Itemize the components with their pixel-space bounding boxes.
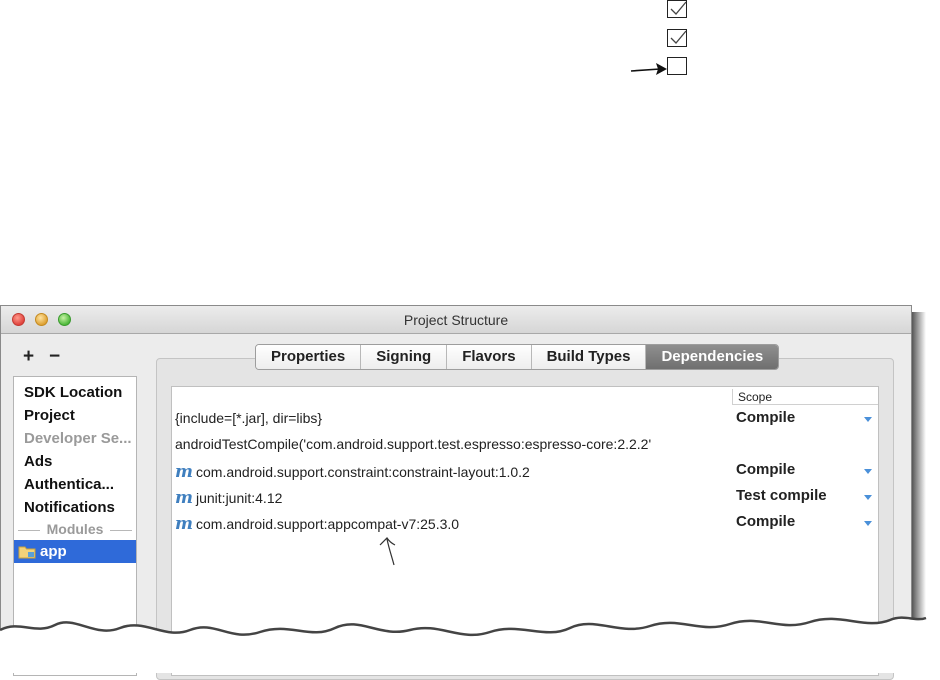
sidebar-item-authentication[interactable]: Authentica... [14,473,136,496]
tab-build-types[interactable]: Build Types [530,345,646,369]
module-label: app [40,543,67,560]
scope-dropdown-arrow-icon[interactable] [864,469,872,474]
dependency-name: junit:junit:4.12 [196,490,283,506]
module-toolbar: + − [23,346,75,368]
tab-dependencies[interactable]: Dependencies [645,345,779,369]
annotation-checkbox-checked [667,0,687,18]
sidebar-item-project[interactable]: Project [14,404,136,427]
torn-edge-decoration [0,616,940,673]
annotation-checkbox-checked [667,29,687,47]
maven-library-icon: m [175,462,193,482]
sidebar-item-notifications[interactable]: Notifications [14,496,136,519]
tab-signing[interactable]: Signing [360,345,447,369]
scope-dropdown-arrow-icon[interactable] [864,521,872,526]
maven-library-icon: m [175,514,193,534]
sidebar-item-sdk-location[interactable]: SDK Location [14,381,136,404]
table-row[interactable]: {include=[*.jar], dir=libs} Compile [172,407,878,433]
tab-properties[interactable]: Properties [256,345,361,369]
dependency-cell: m com.android.support.constraint:constrai… [175,462,530,482]
sidebar-item-app-module[interactable]: app [14,540,136,563]
table-row[interactable]: androidTestCompile('com.android.support.… [172,433,878,459]
scope-value[interactable]: Test compile [736,487,827,504]
remove-module-button[interactable]: − [49,346,75,368]
pointer-arrow-icon [630,63,667,75]
sidebar-item-ads[interactable]: Ads [14,450,136,473]
table-row[interactable]: m com.android.support.constraint:constrai… [172,459,878,485]
dependency-cell: m junit:junit:4.12 [175,488,282,508]
window-title: Project Structure [403,312,509,328]
dependency-name: com.android.support.constraint:constrain… [196,464,530,480]
scope-dropdown-arrow-icon[interactable] [864,417,872,422]
handwritten-arrow-icon [379,537,396,566]
add-module-button[interactable]: + [23,346,49,368]
sidebar-header-developer-services: Developer Se... [24,430,132,447]
check-icon [670,1,687,15]
table-row[interactable]: m com.android.support:appcompat-v7:25.3.0… [172,511,878,537]
dependency-name: com.android.support:appcompat-v7:25.3.0 [196,516,460,532]
scope-dropdown-arrow-icon[interactable] [864,495,872,500]
check-icon [670,30,687,44]
scope-value[interactable]: Compile [736,513,795,530]
sidebar-section-modules: Modules [14,519,136,540]
dependency-name: androidTestCompile('com.android.support.… [175,436,652,452]
scope-value[interactable]: Compile [736,461,795,478]
tab-flavors[interactable]: Flavors [446,345,531,369]
module-folder-icon [18,546,36,559]
tab-bar: Properties Signing Flavors Build Types D… [255,344,780,370]
title-bar[interactable]: Project Structure [1,306,911,334]
dependency-name: {include=[*.jar], dir=libs} [175,410,323,426]
annotation-checkbox-unchecked [667,57,687,75]
dependency-cell: m com.android.support:appcompat-v7:25.3.0 [175,514,459,534]
maven-library-icon: m [175,488,193,508]
table-row[interactable]: m junit:junit:4.12 Test compile [172,485,878,511]
scope-column-header[interactable]: Scope [732,389,878,405]
scope-value[interactable]: Compile [736,409,795,426]
